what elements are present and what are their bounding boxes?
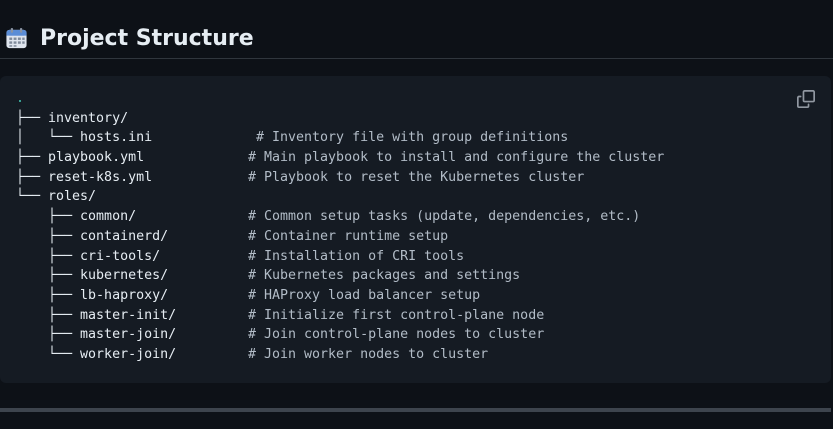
tree-entry: ├── master-init/ bbox=[16, 307, 177, 323]
code-line: │ └── hosts.ini # Inventory file with gr… bbox=[16, 128, 568, 148]
heading-divider bbox=[0, 58, 833, 59]
code-line: ├── reset-k8s.yml # Playbook to reset th… bbox=[16, 168, 584, 188]
tree-entry: ├── containerd/ bbox=[16, 228, 169, 244]
tree-comment: # Main playbook to install and configure… bbox=[248, 150, 665, 166]
code-line: ├── master-join/ # Join control-plane no… bbox=[16, 325, 544, 345]
tree-entry: ├── cri-tools/ bbox=[16, 248, 161, 264]
section-divider bbox=[0, 408, 831, 412]
code-line: └── worker-join/ # Join worker nodes to … bbox=[16, 345, 488, 365]
code-line: ├── common/ # Common setup tasks (update… bbox=[16, 207, 640, 227]
code-line: ├── lb-haproxy/ # HAProxy load balancer … bbox=[16, 286, 480, 306]
tree-entry: │ └── hosts.ini bbox=[16, 130, 153, 146]
tree-entry: ├── master-join/ bbox=[16, 327, 177, 343]
tree-entry: ├── inventory/ bbox=[16, 110, 129, 126]
tree-entry: ├── kubernetes/ bbox=[16, 268, 169, 284]
tree-comment: # Kubernetes packages and settings bbox=[248, 268, 521, 284]
code-line: └── roles/ bbox=[16, 187, 96, 207]
code-line: ├── containerd/ # Container runtime setu… bbox=[16, 227, 448, 247]
code-line: ├── playbook.yml # Main playbook to inst… bbox=[16, 148, 664, 168]
tree-entry: ├── common/ bbox=[16, 209, 137, 225]
code-line: ├── cri-tools/ # Installation of CRI too… bbox=[16, 247, 464, 267]
tree-entry: ├── reset-k8s.yml bbox=[16, 169, 153, 185]
tree-root: . bbox=[16, 91, 25, 106]
tree-comment: # Initialize first control-plane node bbox=[248, 307, 545, 323]
code-lines: . ├── inventory/ │ └── hosts.ini # Inven… bbox=[16, 89, 664, 365]
copy-icon[interactable] bbox=[797, 90, 815, 108]
tree-comment: # HAProxy load balancer setup bbox=[248, 287, 481, 303]
tree-comment: # Playbook to reset the Kubernetes clust… bbox=[248, 169, 585, 185]
code-line: ├── inventory/ bbox=[16, 109, 128, 129]
section-heading: Project Structure bbox=[0, 0, 833, 59]
code-line: ├── kubernetes/ # Kubernetes packages an… bbox=[16, 266, 520, 286]
code-line: ├── master-init/ # Initialize first cont… bbox=[16, 306, 544, 326]
code-block: . ├── inventory/ │ └── hosts.ini # Inven… bbox=[0, 76, 831, 383]
tree-entry: └── worker-join/ bbox=[16, 346, 177, 362]
tree-entry: └── roles/ bbox=[16, 189, 97, 205]
tree-comment: # Common setup tasks (update, dependenci… bbox=[248, 209, 641, 225]
calendar-icon bbox=[6, 27, 27, 49]
tree-comment: # Inventory file with group definitions bbox=[256, 130, 569, 146]
tree-comment: # Join control-plane nodes to cluster bbox=[248, 327, 545, 343]
tree-comment: # Container runtime setup bbox=[248, 228, 449, 244]
tree-entry: ├── playbook.yml bbox=[16, 150, 145, 166]
tree-comment: # Installation of CRI tools bbox=[248, 248, 465, 264]
page-title: Project Structure bbox=[40, 26, 254, 51]
tree-comment: # Join worker nodes to cluster bbox=[248, 346, 489, 362]
tree-entry: ├── lb-haproxy/ bbox=[16, 287, 169, 303]
code-line-root: . bbox=[16, 89, 64, 109]
